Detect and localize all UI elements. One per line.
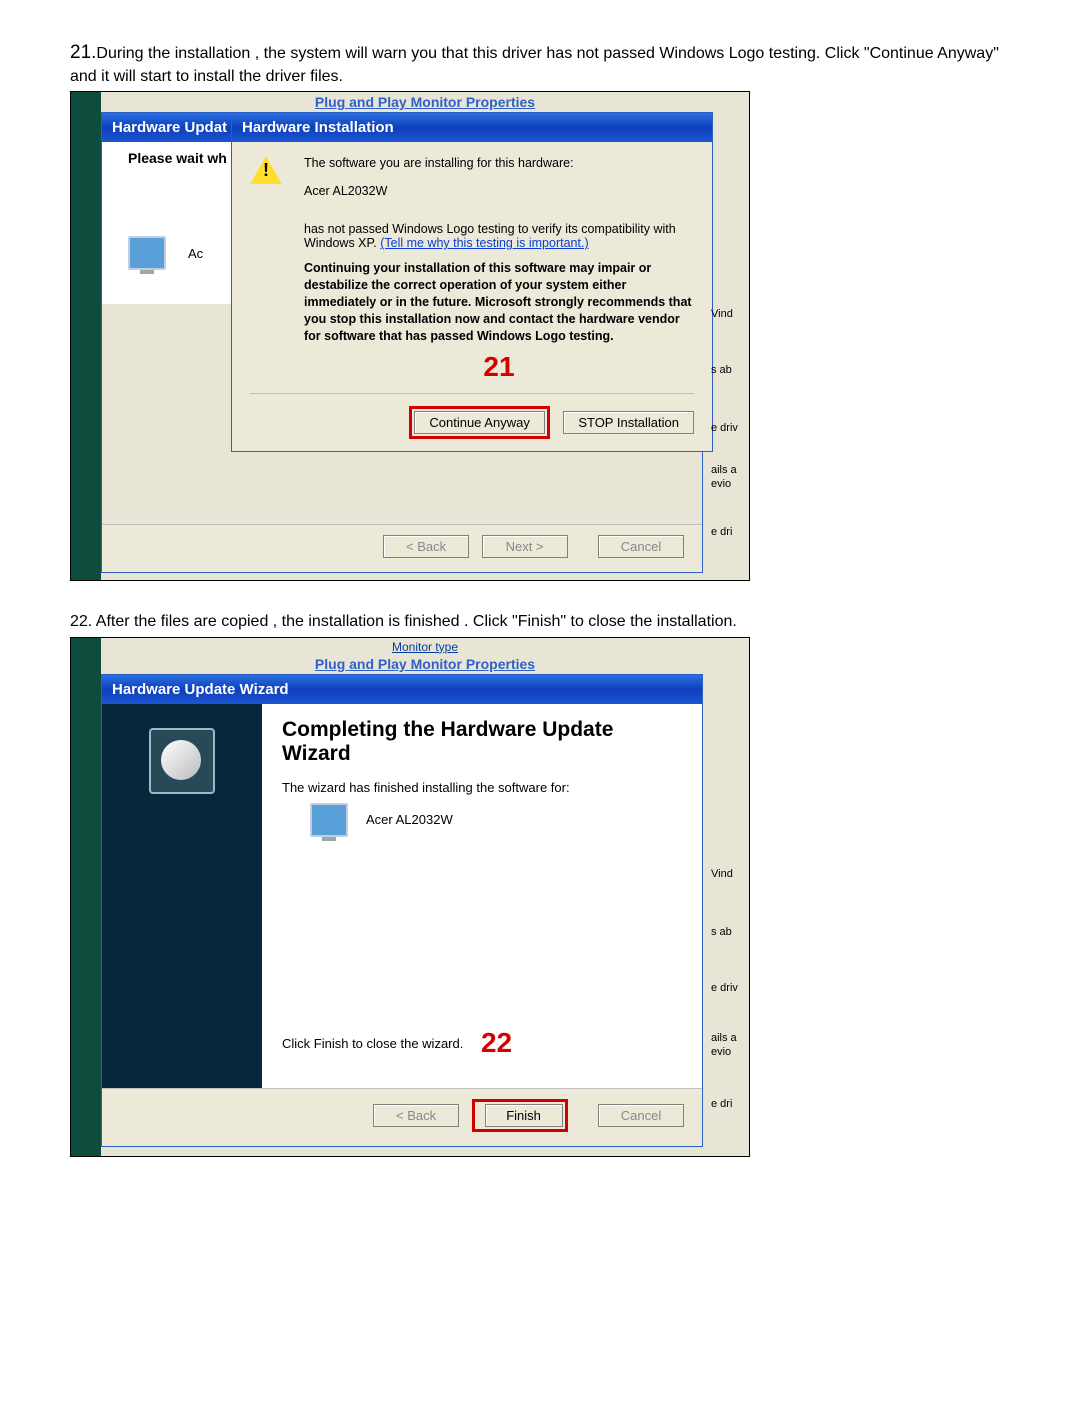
background-text-fragments: Vind s ab e driv ails a evio e dri bbox=[711, 106, 749, 580]
monitor-icon bbox=[310, 803, 348, 837]
monitor-type-label: Monitor type bbox=[101, 638, 749, 654]
pnp-properties-title: Plug and Play Monitor Properties bbox=[101, 92, 749, 112]
wizard-cancel-button[interactable]: Cancel bbox=[598, 535, 684, 558]
step22-text: 22. After the files are copied , the ins… bbox=[70, 611, 1010, 633]
wizard-finish-button[interactable]: Finish bbox=[485, 1104, 563, 1127]
screenshot-21: Plug and Play Monitor Properties Hardwar… bbox=[70, 91, 750, 581]
callout-number-21: 21 bbox=[483, 351, 514, 382]
finish-button-highlight: Finish bbox=[472, 1099, 568, 1132]
step21-number: 21. bbox=[70, 42, 96, 63]
pnp-properties-title: Plug and Play Monitor Properties bbox=[101, 654, 749, 674]
install-intro-text: The software you are installing for this… bbox=[304, 156, 694, 170]
screenshot-22: Monitor type Plug and Play Monitor Prope… bbox=[70, 637, 750, 1157]
monitor-icon bbox=[128, 236, 166, 270]
finish-hint-text: Click Finish to close the wizard. bbox=[282, 1036, 463, 1051]
wizard-complete-heading: Completing the Hardware Update Wizard bbox=[282, 718, 682, 766]
wizard-device-name: Acer AL2032W bbox=[366, 812, 453, 827]
wizard-button-row: < Back Finish Cancel bbox=[102, 1088, 702, 1146]
callout-number-22: 22 bbox=[481, 1027, 512, 1058]
wizard-button-row: < Back Next > Cancel bbox=[102, 524, 702, 572]
device-short-label: Ac bbox=[188, 246, 203, 261]
install-dialog-buttons: Continue Anyway STOP Installation bbox=[250, 393, 694, 439]
wizard-back-button[interactable]: < Back bbox=[373, 1104, 459, 1127]
wizard-finished-for: The wizard has finished installing the s… bbox=[282, 780, 682, 795]
wizard-cancel-button[interactable]: Cancel bbox=[598, 1104, 684, 1127]
logo-test-link[interactable]: (Tell me why this testing is important.) bbox=[380, 236, 588, 250]
stop-installation-button[interactable]: STOP Installation bbox=[563, 411, 694, 434]
wizard-back-button[interactable]: < Back bbox=[383, 535, 469, 558]
install-device-name: Acer AL2032W bbox=[304, 184, 694, 198]
step21-text: 21.During the installation , the system … bbox=[70, 40, 1010, 87]
step21-body: During the installation , the system wil… bbox=[70, 45, 999, 85]
install-dialog-titlebar: Hardware Installation bbox=[232, 113, 712, 142]
wizard-sidebar bbox=[102, 704, 262, 1088]
hardware-update-wizard-window: Hardware Update Wizard Completing the Ha… bbox=[101, 674, 703, 1147]
background-text-fragments: Vind s ab e driv ails a evio e dri bbox=[711, 682, 749, 1156]
warning-icon bbox=[250, 156, 282, 184]
wizard-titlebar: Hardware Update Wizard bbox=[102, 675, 702, 704]
wizard-next-button[interactable]: Next > bbox=[482, 535, 568, 558]
desktop-background bbox=[71, 638, 101, 1156]
install-warning-bold: Continuing your installation of this sof… bbox=[304, 260, 694, 344]
continue-anyway-highlight: Continue Anyway bbox=[409, 406, 549, 439]
desktop-background bbox=[71, 92, 101, 580]
install-cd-icon bbox=[149, 728, 215, 794]
continue-anyway-button[interactable]: Continue Anyway bbox=[414, 411, 544, 434]
hardware-installation-dialog: Hardware Installation The software you a… bbox=[231, 112, 713, 451]
